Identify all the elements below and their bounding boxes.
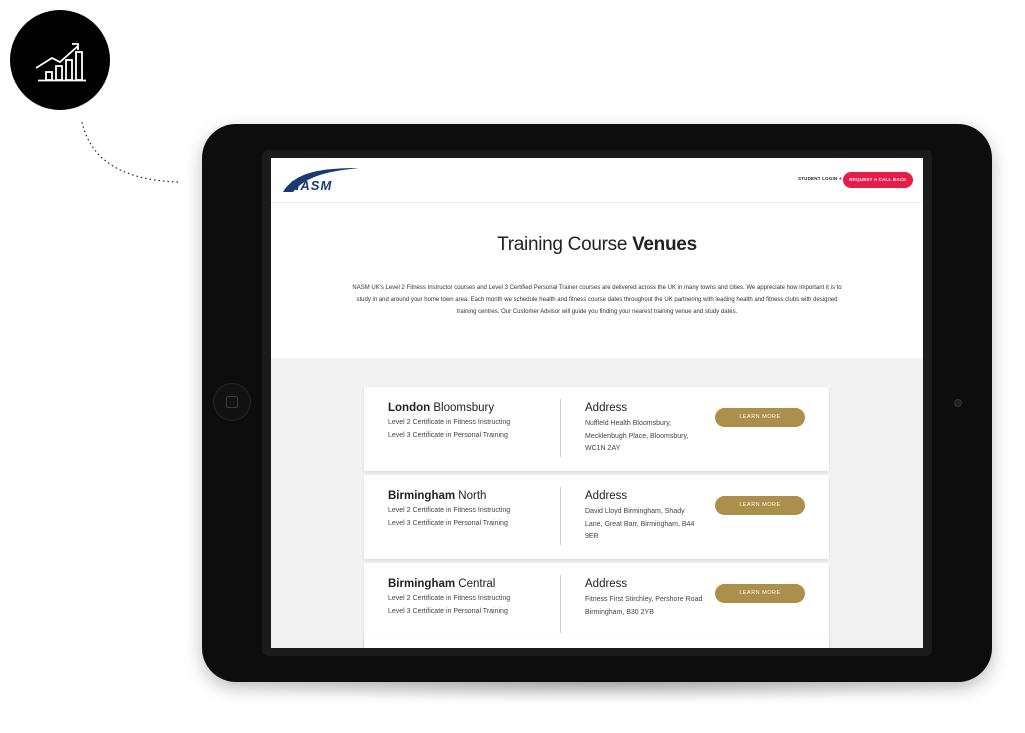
request-callback-button[interactable]: REQUEST A CALL BACK (843, 172, 913, 188)
venue-area: Central (455, 578, 496, 590)
venue-area: North (455, 490, 487, 502)
venue-name: Birmingham Central (388, 578, 495, 590)
course-level-2: Level 2 Certificate in Fitness Instructi… (388, 595, 511, 602)
venue-area: Bloomsbury (430, 402, 495, 414)
title-light: Training Course (497, 234, 633, 255)
venue-address: David Lloyd Birmingham, Shady Lane, Grea… (585, 508, 695, 541)
venue-name: Birmingham North (388, 490, 486, 502)
lock-icon: ● (838, 176, 843, 182)
card-divider (560, 399, 561, 457)
address-heading: Address (585, 402, 628, 414)
course-level-2: Level 2 Certificate in Fitness Instructi… (388, 507, 511, 514)
title-bold: Venues (632, 234, 697, 255)
page-title: Training Course Venues (271, 234, 923, 256)
camera-icon (954, 399, 962, 407)
venue-address: Nuffield Health Bloomsbury, Mecklenbugh … (585, 420, 689, 453)
address-heading: Address (585, 578, 628, 590)
address-heading: Address (585, 490, 628, 502)
learn-more-button[interactable]: LEARN MORE (715, 496, 805, 515)
learn-more-button[interactable]: LEARN MORE (715, 584, 805, 603)
course-level-3: Level 3 Certificate in Personal Training (388, 520, 508, 527)
venue-name: London Bloomsbury (388, 402, 494, 414)
venue-city: Birmingham (388, 490, 456, 502)
learn-more-button[interactable]: LEARN MORE (715, 408, 805, 427)
site-header: NASM STUDENT LOGIN ● REQUEST A CALL BACK (271, 158, 923, 203)
venue-address: Fitness First Stirchley, Pershore Road B… (585, 596, 703, 616)
home-button-icon (213, 383, 251, 421)
venue-city: London (388, 402, 431, 414)
card-divider (560, 487, 561, 545)
venue-city: Birmingham (388, 578, 456, 590)
venue-card-partial (364, 638, 829, 648)
course-level-2: Level 2 Certificate in Fitness Instructi… (388, 419, 511, 426)
course-level-3: Level 3 Certificate in Personal Training (388, 432, 508, 439)
logo-text: NASM (290, 178, 333, 193)
tablet-screen: NASM STUDENT LOGIN ● REQUEST A CALL BACK… (271, 158, 923, 648)
venue-card: London Bloomsbury Level 2 Certificate in… (364, 387, 829, 471)
student-login-link[interactable]: STUDENT LOGIN ● (798, 176, 842, 182)
course-level-3: Level 3 Certificate in Personal Training (388, 608, 508, 615)
venue-card: Birmingham North Level 2 Certificate in … (364, 475, 829, 559)
card-divider (560, 575, 561, 633)
intro-paragraph: NASM UK's Level 2 Fitness Instructor cou… (352, 285, 842, 315)
venue-card: Birmingham Central Level 2 Certificate i… (364, 563, 829, 647)
student-login-label: STUDENT LOGIN (798, 176, 838, 181)
venues-section: London Bloomsbury Level 2 Certificate in… (271, 358, 923, 648)
